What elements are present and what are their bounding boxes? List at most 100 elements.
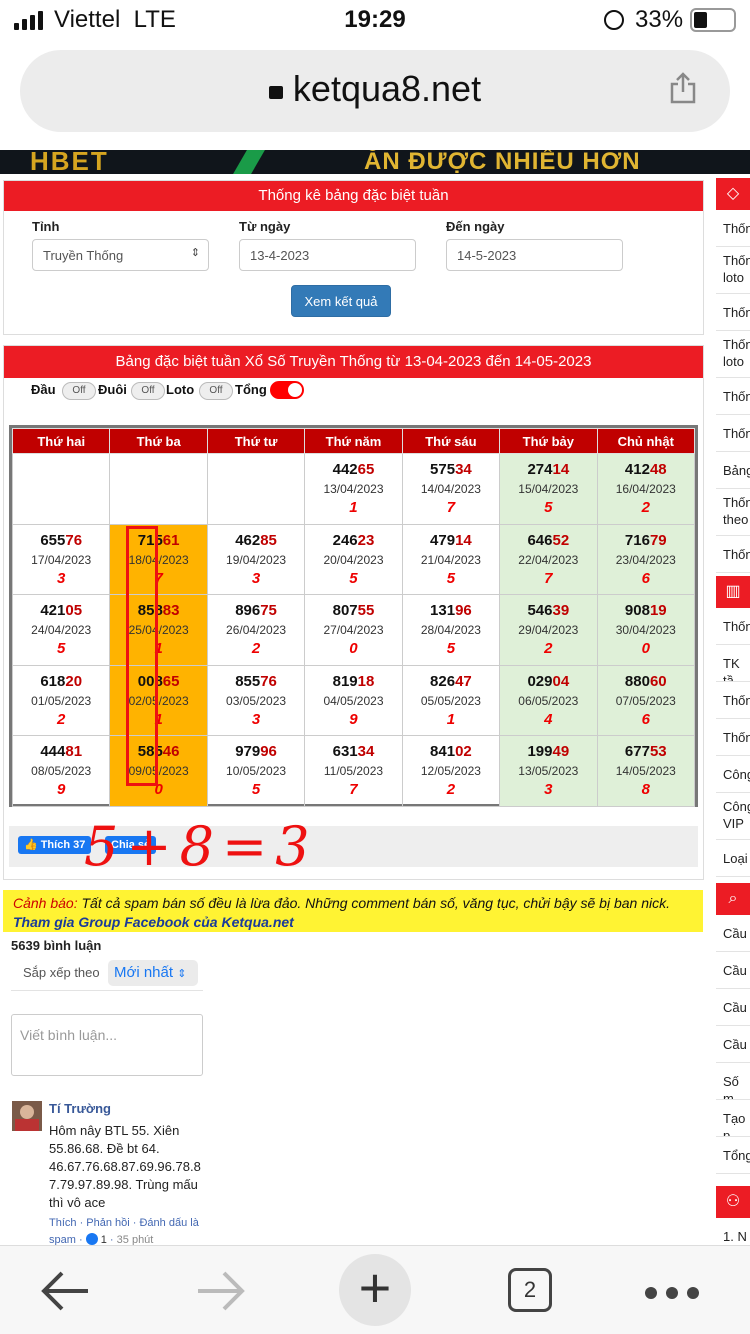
facebook-group-link[interactable]: Tham gia Group Facebook của Ketqua.net [13,913,693,932]
day-cell: 24623 20/04/2023 5 [304,523,403,595]
special-number[interactable]: 19949 [500,743,596,760]
special-number[interactable]: 82647 [403,673,499,690]
special-number[interactable]: 61820 [13,673,109,690]
sidebar-link[interactable]: Thốn [716,294,750,331]
toggle-duoi[interactable]: Off [131,382,165,400]
comment-author[interactable]: Tí Trường [49,1100,111,1118]
special-number[interactable]: 89675 [208,602,304,619]
special-number[interactable]: 63134 [305,743,401,760]
avatar[interactable] [12,1101,42,1131]
special-number[interactable]: 85883 [110,602,206,619]
ad-banner[interactable]: HBET ĂN ĐƯỢC NHIỀU HƠN [0,150,750,174]
special-number[interactable]: 67753 [598,743,694,760]
back-arrow-icon[interactable] [40,1270,90,1317]
board-title: Bảng đặc biệt tuần Xổ Số Truyền Thống từ… [4,346,703,378]
more-icon[interactable] [644,1286,700,1305]
divider [11,990,203,991]
day-cell: 57534 14/04/2023 7 [401,453,501,525]
special-number[interactable]: 65576 [13,532,109,549]
toggle-tong[interactable] [270,381,304,399]
sidebar-link[interactable]: Tổng [716,1137,750,1174]
sidebar-link[interactable]: Thốn loto [716,247,750,294]
sidebar-link[interactable]: Loại [716,840,750,877]
special-number[interactable]: 24623 [305,532,401,549]
special-number[interactable]: 13196 [403,602,499,619]
digit-sum: 8 [641,781,650,799]
day-header: Thứ năm [304,428,403,454]
special-number[interactable]: 58546 [110,743,206,760]
special-number[interactable]: 57534 [403,461,499,478]
special-number[interactable]: 54639 [500,602,596,619]
sidebar-link[interactable]: Cầu [716,915,750,952]
special-number[interactable]: 90819 [598,602,694,619]
sort-label: Sắp xếp theo [23,965,100,980]
special-number[interactable]: 46285 [208,532,304,549]
special-number[interactable]: 42105 [13,602,109,619]
comment-input[interactable]: Viết bình luận... [11,1014,203,1076]
province-select[interactable]: Truyền Thống ⇕ [32,239,209,271]
share-icon[interactable] [670,72,696,104]
sidebar-link[interactable]: Thốn [716,415,750,452]
special-number[interactable]: 97996 [208,743,304,760]
forward-arrow-icon[interactable] [196,1270,246,1317]
sidebar-link[interactable]: Thốn [716,536,750,573]
address-bar[interactable]: ketqua8.net [20,50,730,132]
toggle-loto[interactable]: Off [199,382,233,400]
special-number[interactable]: 85576 [208,673,304,690]
toggle-dau[interactable]: Off [62,382,96,400]
toggle-label-loto: Loto [166,382,195,397]
sidebar-link[interactable]: Bảng [716,452,750,489]
sidebar-link[interactable]: Tạo p [716,1100,750,1137]
special-number[interactable]: 41248 [598,461,694,478]
weekly-special-grid: Thứ hai Thứ ba Thứ tư Thứ năm Thứ sáu Thứ bảy… [9,425,698,807]
sidebar-link[interactable]: Thốn [716,719,750,756]
day-header: Thứ hai [11,428,111,454]
digit-sum: 1 [349,499,358,517]
special-number[interactable]: 02904 [500,673,596,690]
url-text[interactable]: ketqua8.net [20,68,730,110]
day-cell [109,453,208,525]
special-number[interactable]: 84102 [403,743,499,760]
sidebar-link[interactable]: Thốn loto [716,331,750,378]
sidebar-link[interactable]: Cầu [716,1026,750,1063]
view-results-button[interactable]: Xem kết quả [291,285,391,317]
special-number[interactable]: 88060 [598,673,694,690]
new-tab-button[interactable]: + [339,1254,411,1326]
sidebar-link[interactable]: 1. N [716,1218,750,1248]
special-number[interactable]: 80755 [305,602,401,619]
facebook-like-button[interactable]: 👍 Thích 37 [18,836,92,854]
special-number[interactable]: 27414 [500,461,596,478]
sidebar-link[interactable]: Cầu [716,989,750,1026]
sort-select[interactable]: Mới nhất ⇕ [108,960,198,986]
sidebar-link[interactable]: Thốn [716,608,750,645]
sidebar-link[interactable]: Công [716,756,750,793]
to-date-input[interactable]: 14-5-2023 [446,239,623,271]
special-number[interactable]: 71561 [110,532,206,549]
sidebar-link[interactable]: Thốn [716,682,750,719]
special-number[interactable]: 00865 [110,673,206,690]
from-date-input[interactable]: 13-4-2023 [239,239,416,271]
sidebar-link[interactable]: Thốn [716,378,750,415]
special-number[interactable]: 81918 [305,673,401,690]
handwritten-annotation: 5+8=3 [84,815,318,878]
sidebar-link[interactable]: Thốn theo [716,489,750,536]
sidebar-link[interactable]: Thốn [716,210,750,247]
draw-date: 17/04/2023 [31,552,92,567]
tab-count-button[interactable]: 2 [508,1268,552,1312]
select-arrows-icon: ⇕ [190,247,200,259]
special-number[interactable]: 64652 [500,532,596,549]
sidebar-link[interactable]: Cầu [716,952,750,989]
sidebar-link[interactable]: TK tầ [716,645,750,682]
sidebar-link[interactable]: Công VIP [716,793,750,840]
digit-sum: 7 [154,569,163,587]
sidebar-link[interactable]: Số m [716,1063,750,1100]
special-number[interactable]: 44265 [305,461,401,478]
draw-date: 25/04/2023 [128,623,189,638]
right-sidebar: ◇ ThốnThốn lotoThốnThốn lotoThốnThốnBảng… [716,178,750,1248]
comment-actions[interactable]: Thích · Phản hồi · Đánh dấu là spam · 1 … [49,1215,199,1249]
special-number[interactable]: 44481 [13,743,109,760]
digit-sum: 9 [349,710,358,728]
special-number[interactable]: 71679 [598,532,694,549]
browser-toolbar: + 2 [0,1245,750,1334]
special-number[interactable]: 47914 [403,532,499,549]
